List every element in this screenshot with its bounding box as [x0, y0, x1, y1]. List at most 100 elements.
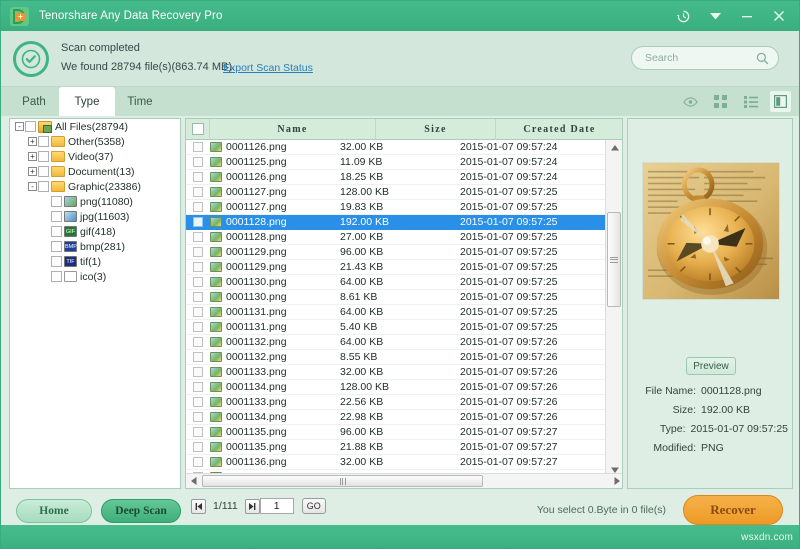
select-all-checkbox[interactable]: [186, 119, 210, 140]
row-checkbox[interactable]: [186, 262, 210, 272]
deep-scan-button[interactable]: Deep Scan: [101, 499, 181, 523]
tree-node[interactable]: TIF tif(1): [10, 254, 180, 269]
row-checkbox[interactable]: [186, 367, 210, 377]
close-button[interactable]: [763, 1, 795, 31]
row-checkbox[interactable]: [186, 382, 210, 392]
column-header-created-date[interactable]: Created Date: [496, 119, 622, 140]
tree-expander-icon[interactable]: -: [14, 121, 25, 132]
tree-expander-icon[interactable]: +: [27, 151, 38, 162]
tab-path[interactable]: Path: [9, 87, 59, 116]
tree-node[interactable]: jpg(11603): [10, 209, 180, 224]
tree-node-checkbox[interactable]: [38, 136, 49, 147]
table-row[interactable]: 0001136.png 32.00 KB 2015-01-07 09:57:27: [186, 455, 606, 470]
row-checkbox[interactable]: [186, 247, 210, 257]
tree-node[interactable]: + Other(5358): [10, 134, 180, 149]
tree-expander-icon[interactable]: +: [27, 166, 38, 177]
table-row[interactable]: 0001133.png 32.00 KB 2015-01-07 09:57:26: [186, 365, 606, 380]
table-row[interactable]: 0001133.png 22.56 KB 2015-01-07 09:57:26: [186, 395, 606, 410]
search-box[interactable]: [631, 46, 779, 70]
tree-node[interactable]: + Document(13): [10, 164, 180, 179]
table-row[interactable]: 0001131.png 5.40 KB 2015-01-07 09:57:25: [186, 320, 606, 335]
scroll-right-button[interactable]: [609, 474, 622, 488]
search-icon[interactable]: [756, 52, 769, 65]
tree-expander-icon[interactable]: -: [27, 181, 38, 192]
row-checkbox[interactable]: [186, 322, 210, 332]
tree-node-checkbox[interactable]: [51, 241, 62, 252]
table-row[interactable]: 0001126.png 18.25 KB 2015-01-07 09:57:24: [186, 170, 606, 185]
last-page-button[interactable]: [244, 498, 260, 514]
file-type-tree[interactable]: - All Files(28794) + Other(5358) + Video(37) +…: [9, 118, 181, 489]
tree-node[interactable]: - Graphic(23386): [10, 179, 180, 194]
row-checkbox[interactable]: [186, 232, 210, 242]
tree-node-checkbox[interactable]: [38, 151, 49, 162]
row-checkbox[interactable]: [186, 412, 210, 422]
page-number-input[interactable]: [259, 498, 294, 514]
tree-node-checkbox[interactable]: [51, 196, 62, 207]
row-checkbox[interactable]: [186, 352, 210, 362]
split-panel-view-icon[interactable]: [770, 91, 791, 112]
file-list-rows[interactable]: 0001126.png 32.00 KB 2015-01-07 09:57:24 00…: [186, 140, 606, 477]
tree-node[interactable]: GIF gif(418): [10, 224, 180, 239]
row-checkbox[interactable]: [186, 307, 210, 317]
go-button[interactable]: GO: [301, 498, 326, 514]
tab-type[interactable]: Type: [59, 87, 115, 116]
tree-node-checkbox[interactable]: [51, 271, 62, 282]
row-checkbox[interactable]: [186, 202, 210, 212]
table-row[interactable]: 0001130.png 64.00 KB 2015-01-07 09:57:25: [186, 275, 606, 290]
tree-node[interactable]: + Video(37): [10, 149, 180, 164]
table-row[interactable]: 0001127.png 19.83 KB 2015-01-07 09:57:25: [186, 200, 606, 215]
chevron-down-icon[interactable]: [699, 1, 731, 31]
table-row[interactable]: 0001127.png 128.00 KB 2015-01-07 09:57:25: [186, 185, 606, 200]
table-row[interactable]: 0001125.png 11.09 KB 2015-01-07 09:57:24: [186, 155, 606, 170]
table-row[interactable]: 0001128.png 27.00 KB 2015-01-07 09:57:25: [186, 230, 606, 245]
tree-node-checkbox[interactable]: [51, 211, 62, 222]
tree-node[interactable]: - All Files(28794): [10, 119, 180, 134]
table-row[interactable]: 0001135.png 96.00 KB 2015-01-07 09:57:27: [186, 425, 606, 440]
table-row[interactable]: 0001126.png 32.00 KB 2015-01-07 09:57:24: [186, 140, 606, 155]
thumbnail-grid-icon[interactable]: [710, 91, 731, 112]
home-button[interactable]: Home: [16, 499, 92, 523]
table-row[interactable]: 0001129.png 96.00 KB 2015-01-07 09:57:25: [186, 245, 606, 260]
row-checkbox[interactable]: [186, 427, 210, 437]
tree-expander-icon[interactable]: +: [27, 136, 38, 147]
table-row[interactable]: 0001134.png 22.98 KB 2015-01-07 09:57:26: [186, 410, 606, 425]
table-row[interactable]: 0001129.png 21.43 KB 2015-01-07 09:57:25: [186, 260, 606, 275]
scroll-left-button[interactable]: [186, 474, 201, 488]
row-checkbox[interactable]: [186, 187, 210, 197]
tree-node-checkbox[interactable]: [25, 121, 36, 132]
table-row[interactable]: 0001134.png 128.00 KB 2015-01-07 09:57:26: [186, 380, 606, 395]
row-checkbox[interactable]: [186, 172, 210, 182]
row-checkbox[interactable]: [186, 457, 210, 467]
table-row[interactable]: 0001131.png 64.00 KB 2015-01-07 09:57:25: [186, 305, 606, 320]
recover-button[interactable]: Recover: [683, 495, 783, 525]
table-row[interactable]: 0001128.png 192.00 KB 2015-01-07 09:57:25: [186, 215, 606, 230]
tree-node-checkbox[interactable]: [51, 256, 62, 267]
preview-eye-icon[interactable]: [680, 91, 701, 112]
row-checkbox[interactable]: [186, 142, 210, 152]
first-page-button[interactable]: [191, 498, 206, 514]
list-view-icon[interactable]: [740, 91, 761, 112]
column-header-name[interactable]: Name: [210, 119, 376, 140]
vertical-scroll-thumb[interactable]: [607, 212, 621, 307]
row-checkbox[interactable]: [186, 442, 210, 452]
tree-node[interactable]: ico(3): [10, 269, 180, 284]
scroll-up-button[interactable]: [606, 140, 622, 155]
export-scan-status-link[interactable]: Export Scan Status: [223, 62, 313, 74]
row-checkbox[interactable]: [186, 217, 210, 227]
table-row[interactable]: 0001135.png 21.88 KB 2015-01-07 09:57:27: [186, 440, 606, 455]
horizontal-scroll-thumb[interactable]: [202, 475, 483, 487]
history-icon[interactable]: [667, 1, 699, 31]
row-checkbox[interactable]: [186, 397, 210, 407]
tree-node-checkbox[interactable]: [38, 166, 49, 177]
file-list-vertical-scrollbar[interactable]: [605, 140, 622, 477]
table-row[interactable]: 0001132.png 8.55 KB 2015-01-07 09:57:26: [186, 350, 606, 365]
search-input[interactable]: [643, 51, 747, 65]
column-header-size[interactable]: Size: [376, 119, 496, 140]
row-checkbox[interactable]: [186, 277, 210, 287]
tree-node[interactable]: BMP bmp(281): [10, 239, 180, 254]
tab-time[interactable]: Time: [115, 87, 165, 116]
table-row[interactable]: 0001130.png 8.61 KB 2015-01-07 09:57:25: [186, 290, 606, 305]
tree-node-checkbox[interactable]: [51, 226, 62, 237]
row-checkbox[interactable]: [186, 337, 210, 347]
tree-node-checkbox[interactable]: [38, 181, 49, 192]
